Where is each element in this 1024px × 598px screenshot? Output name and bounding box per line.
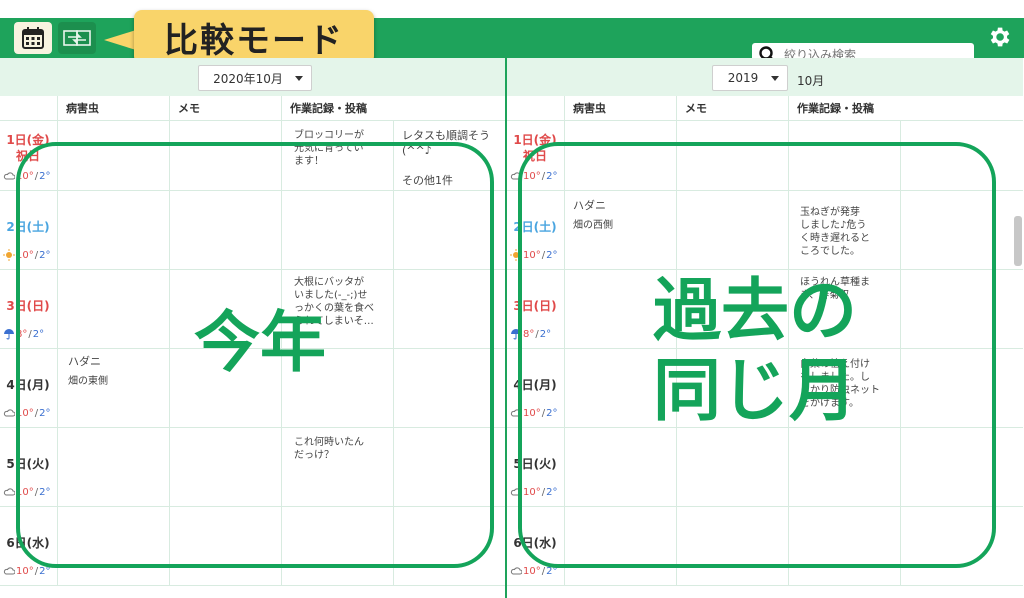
month-select-value: 2020年10月 <box>213 71 283 86</box>
cloud-icon <box>3 409 15 417</box>
year-select-value: 2019 <box>727 71 759 85</box>
year-select-row: 2019 10月 <box>507 58 1023 96</box>
month-select-row: 2020年10月 <box>0 58 505 96</box>
scrollbar-thumb[interactable] <box>1014 216 1022 266</box>
gear-icon[interactable] <box>986 24 1012 50</box>
header-memo: メモ <box>676 96 788 120</box>
past-month-overlay-label-line2: 同じ月 <box>652 352 857 431</box>
temp-separator: / <box>34 565 39 577</box>
umbrella-icon <box>4 329 14 340</box>
month-label: 10月 <box>797 74 825 88</box>
compare-mode-callout: 比較モード <box>134 10 374 64</box>
year-select[interactable]: 2019 <box>712 65 788 91</box>
weather-forecast: 10° / 2° <box>3 565 50 577</box>
header-memo: メモ <box>169 96 281 120</box>
column-header: 病害虫 メモ 作業記録・投稿 <box>507 96 1023 121</box>
high-temp: 10° <box>16 565 34 577</box>
calendar-view-button[interactable] <box>14 22 52 54</box>
cloud-icon <box>3 567 15 575</box>
past-month-overlay-label-line1: 過去の <box>652 272 857 351</box>
current-year-overlay-label: 今年 <box>194 304 326 381</box>
cloud-icon <box>3 488 15 496</box>
column-header: 病害虫 メモ 作業記録・投稿 <box>0 96 505 121</box>
compare-mode-button[interactable] <box>58 22 96 54</box>
header-pest: 病害虫 <box>57 96 169 120</box>
temp-separator: / <box>541 565 546 577</box>
high-temp: 10° <box>523 565 541 577</box>
calendar-icon <box>22 27 44 49</box>
chevron-down-icon <box>295 76 303 81</box>
cloud-icon <box>3 172 15 180</box>
compare-calendars-icon <box>63 30 91 46</box>
cloud-icon <box>510 567 522 575</box>
month-select[interactable]: 2020年10月 <box>198 65 312 91</box>
header-pest: 病害虫 <box>564 96 676 120</box>
chevron-down-icon <box>771 76 779 81</box>
header-work-log: 作業記録・投稿 <box>788 96 1012 120</box>
sun-icon <box>3 249 15 261</box>
header-work-log: 作業記録・投稿 <box>281 96 505 120</box>
callout-pointer <box>104 30 136 50</box>
